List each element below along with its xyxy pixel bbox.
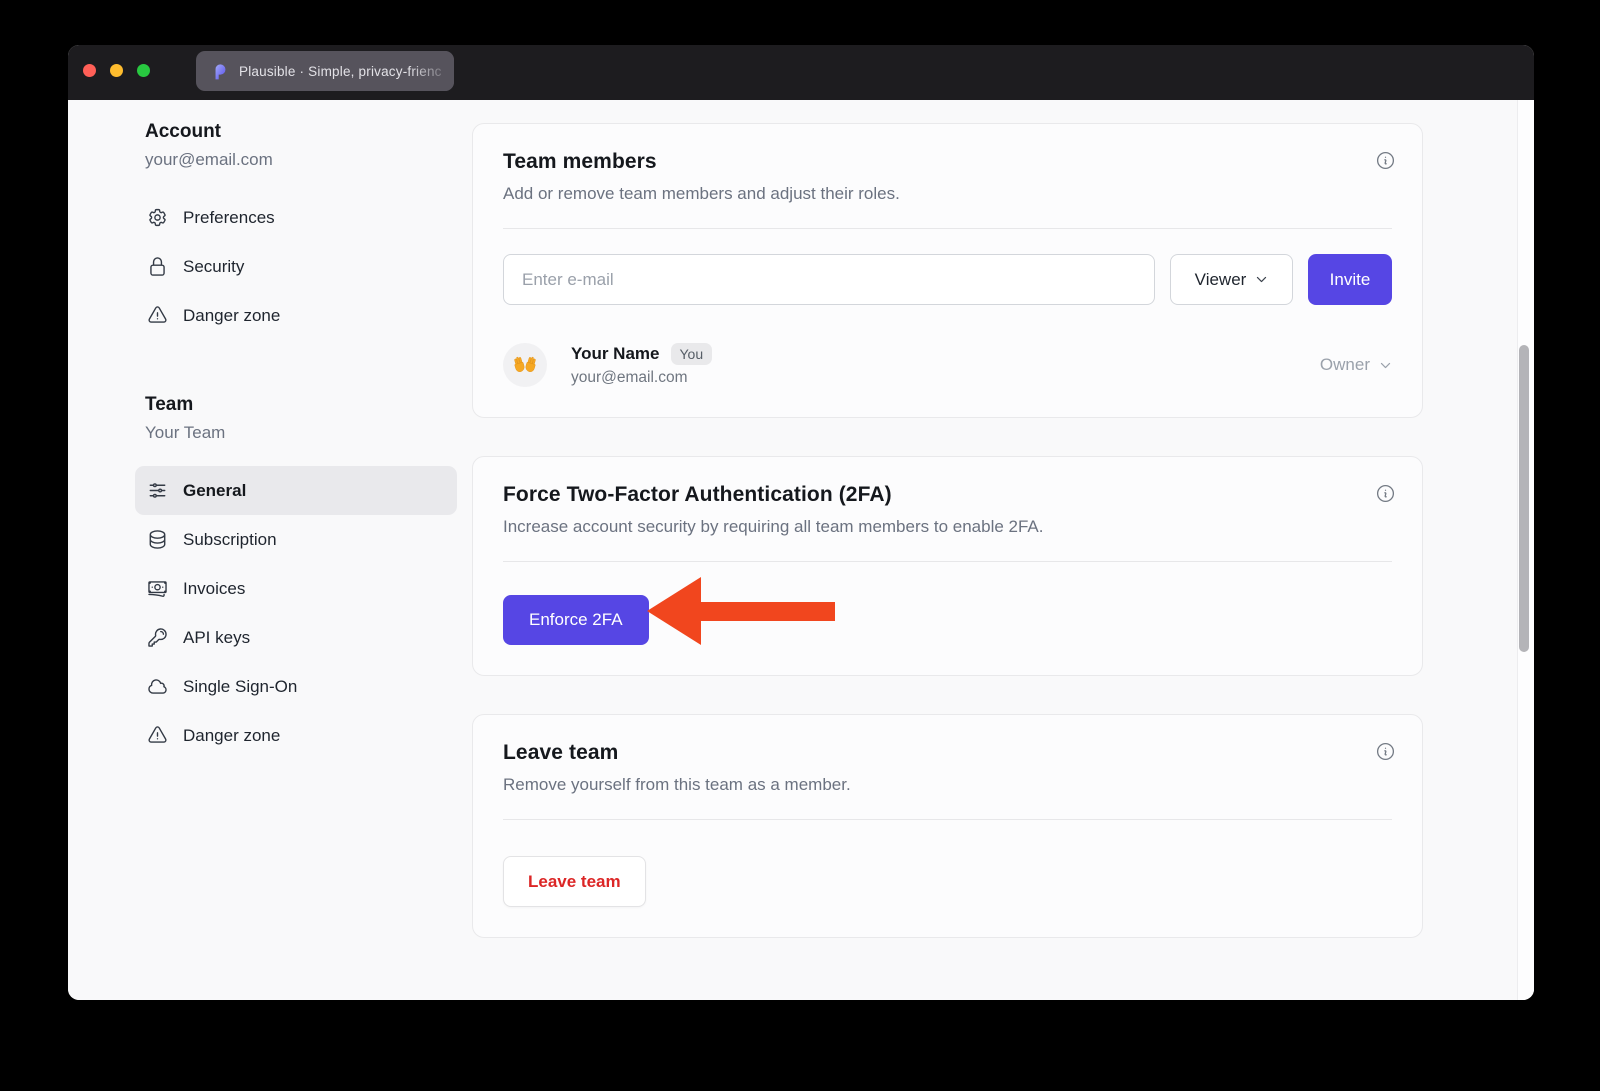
card-title: Force Two-Factor Authentication (2FA) xyxy=(503,483,1392,507)
card-title: Team members xyxy=(503,150,1392,174)
sidebar-item-preferences[interactable]: Preferences xyxy=(135,193,457,242)
sidebar-item-general[interactable]: General xyxy=(135,466,457,515)
divider xyxy=(503,228,1392,229)
key-icon xyxy=(147,627,168,648)
sidebar-item-label: Security xyxy=(183,257,244,277)
settings-sidebar: Account your@email.com Preferences Secur… xyxy=(135,121,457,760)
you-badge: You xyxy=(671,343,713,365)
page-content: Account your@email.com Preferences Secur… xyxy=(68,100,1534,1000)
annotation-arrow xyxy=(647,577,837,645)
arrow-shaft xyxy=(697,602,835,621)
sidebar-item-api-keys[interactable]: API keys xyxy=(135,613,457,662)
settings-main: Team members Add or remove team members … xyxy=(472,123,1423,938)
database-icon xyxy=(147,529,168,550)
team-section-heading: Team xyxy=(135,394,457,416)
member-email: your@email.com xyxy=(571,369,712,387)
divider xyxy=(503,819,1392,820)
sidebar-item-label: API keys xyxy=(183,628,250,648)
warning-icon xyxy=(147,725,168,746)
invite-button[interactable]: Invite xyxy=(1308,254,1392,305)
open-hands-emoji-icon xyxy=(511,354,539,376)
sidebar-item-account-danger-zone[interactable]: Danger zone xyxy=(135,291,457,340)
sidebar-item-label: Danger zone xyxy=(183,306,280,326)
zoom-window-button[interactable] xyxy=(137,64,150,77)
team-nav-list: General Subscription Invoices API keys S… xyxy=(135,466,457,760)
chevron-down-icon xyxy=(1255,273,1268,286)
chevron-down-icon xyxy=(1379,359,1392,372)
window-titlebar: Plausible · Simple, privacy-frienc xyxy=(68,45,1534,100)
force-2fa-card: Force Two-Factor Authentication (2FA) In… xyxy=(472,456,1423,676)
tab-title-fade xyxy=(408,51,454,91)
member-role-select[interactable]: Owner xyxy=(1320,355,1392,375)
sidebar-item-label: Preferences xyxy=(183,208,275,228)
member-name: Your Name xyxy=(571,344,660,364)
account-email: your@email.com xyxy=(135,150,457,170)
sidebar-section-gap xyxy=(135,340,457,394)
warning-icon xyxy=(147,305,168,326)
member-role-value: Owner xyxy=(1320,355,1370,375)
browser-window: Plausible · Simple, privacy-frienc Accou… xyxy=(68,45,1534,1000)
invite-role-value: Viewer xyxy=(1195,270,1247,290)
card-description: Add or remove team members and adjust th… xyxy=(503,184,1392,204)
arrow-head xyxy=(647,577,701,645)
sidebar-item-label: General xyxy=(183,481,246,501)
member-row: Your Name You your@email.com Owner xyxy=(503,343,1392,387)
card-description: Increase account security by requiring a… xyxy=(503,517,1392,537)
sidebar-item-label: Single Sign-On xyxy=(183,677,297,697)
browser-tab[interactable]: Plausible · Simple, privacy-frienc xyxy=(196,51,454,91)
sidebar-item-label: Subscription xyxy=(183,530,277,550)
plausible-favicon-icon xyxy=(210,62,229,81)
sidebar-item-single-sign-on[interactable]: Single Sign-On xyxy=(135,662,457,711)
avatar xyxy=(503,343,547,387)
member-info: Your Name You your@email.com xyxy=(571,343,712,387)
team-members-card: Team members Add or remove team members … xyxy=(472,123,1423,418)
divider xyxy=(503,561,1392,562)
invite-role-select[interactable]: Viewer xyxy=(1170,254,1293,305)
sidebar-item-label: Invoices xyxy=(183,579,245,599)
leave-team-button[interactable]: Leave team xyxy=(503,856,646,907)
sidebar-item-label: Danger zone xyxy=(183,726,280,746)
scrollbar-thumb[interactable] xyxy=(1519,345,1529,652)
enforce-2fa-button[interactable]: Enforce 2FA xyxy=(503,595,649,645)
close-window-button[interactable] xyxy=(83,64,96,77)
card-description: Remove yourself from this team as a memb… xyxy=(503,775,1392,795)
sidebar-item-subscription[interactable]: Subscription xyxy=(135,515,457,564)
sidebar-item-security[interactable]: Security xyxy=(135,242,457,291)
account-nav-list: Preferences Security Danger zone xyxy=(135,193,457,340)
invite-row: Viewer Invite xyxy=(503,254,1392,305)
cloud-icon xyxy=(147,676,168,697)
minimize-window-button[interactable] xyxy=(110,64,123,77)
sidebar-item-invoices[interactable]: Invoices xyxy=(135,564,457,613)
sliders-icon xyxy=(147,480,168,501)
lock-icon xyxy=(147,256,168,277)
gear-icon xyxy=(147,207,168,228)
banknote-icon xyxy=(147,578,168,599)
team-name: Your Team xyxy=(135,423,457,443)
card-title: Leave team xyxy=(503,741,1392,765)
leave-team-card: Leave team Remove yourself from this tea… xyxy=(472,714,1423,938)
sidebar-item-team-danger-zone[interactable]: Danger zone xyxy=(135,711,457,760)
invite-email-input[interactable] xyxy=(503,254,1155,305)
info-icon[interactable] xyxy=(1375,741,1396,762)
info-icon[interactable] xyxy=(1375,483,1396,504)
account-section-heading: Account xyxy=(135,121,457,143)
info-icon[interactable] xyxy=(1375,150,1396,171)
